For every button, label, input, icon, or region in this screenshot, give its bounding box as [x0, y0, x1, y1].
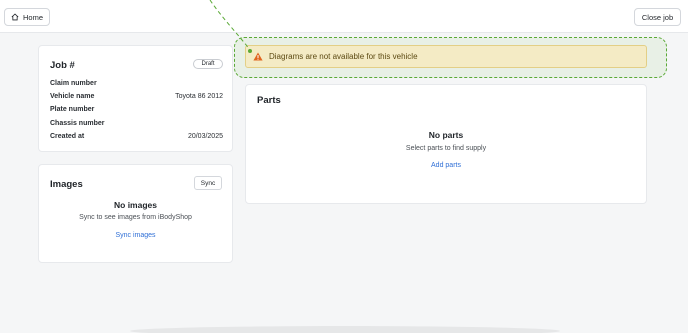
images-title: Images [50, 179, 83, 190]
chassis-number-row: Chassis number [50, 118, 223, 128]
parts-card: Parts No parts Select parts to find supp… [245, 84, 647, 204]
created-at-value: 20/03/2025 [187, 132, 223, 140]
claim-number-label: Claim number [50, 79, 97, 87]
sync-button-label: Sync [200, 179, 216, 187]
home-icon [11, 13, 19, 21]
status-badge: Draft [193, 59, 223, 69]
chassis-number-label: Chassis number [50, 119, 105, 127]
vehicle-name-value: Toyota 86 2012 [175, 92, 223, 100]
add-parts-link[interactable]: Add parts [246, 162, 646, 169]
created-at-row: Created at 20/03/2025 [50, 131, 223, 141]
diagrams-unavailable-alert: Diagrams are not available for this vehi… [245, 45, 647, 68]
close-job-button[interactable]: Close job [634, 8, 681, 26]
images-empty-title: No images [114, 200, 157, 210]
plate-number-label: Plate number [50, 105, 95, 113]
home-button[interactable]: Home [4, 8, 50, 26]
sync-images-link[interactable]: Sync images [39, 232, 232, 239]
bottom-shadow [130, 326, 560, 333]
top-bar: Home Close job [0, 0, 688, 33]
images-empty-subtitle: Sync to see images from iBodyShop [79, 214, 192, 221]
plate-number-row: Plate number [50, 104, 223, 114]
parts-empty-title: No parts [428, 130, 464, 140]
parts-empty-subtitle: Select parts to find supply [405, 145, 487, 152]
parts-title: Parts [257, 95, 281, 106]
job-details-card: Job # Draft Claim number Vehicle name To… [38, 45, 233, 152]
home-label: Home [22, 12, 43, 22]
alert-message: Diagrams are not available for this vehi… [269, 52, 418, 61]
close-job-label: Close job [641, 12, 674, 22]
vehicle-name-label: Vehicle name [50, 92, 95, 100]
warning-triangle-icon [253, 52, 263, 61]
created-at-label: Created at [50, 132, 85, 140]
job-title: Job # [50, 60, 75, 71]
vehicle-name-row: Vehicle name Toyota 86 2012 [50, 91, 223, 101]
claim-number-row: Claim number [50, 78, 223, 88]
sync-button[interactable]: Sync [194, 176, 222, 190]
images-card: Images Sync No images Sync to see images… [38, 164, 233, 263]
